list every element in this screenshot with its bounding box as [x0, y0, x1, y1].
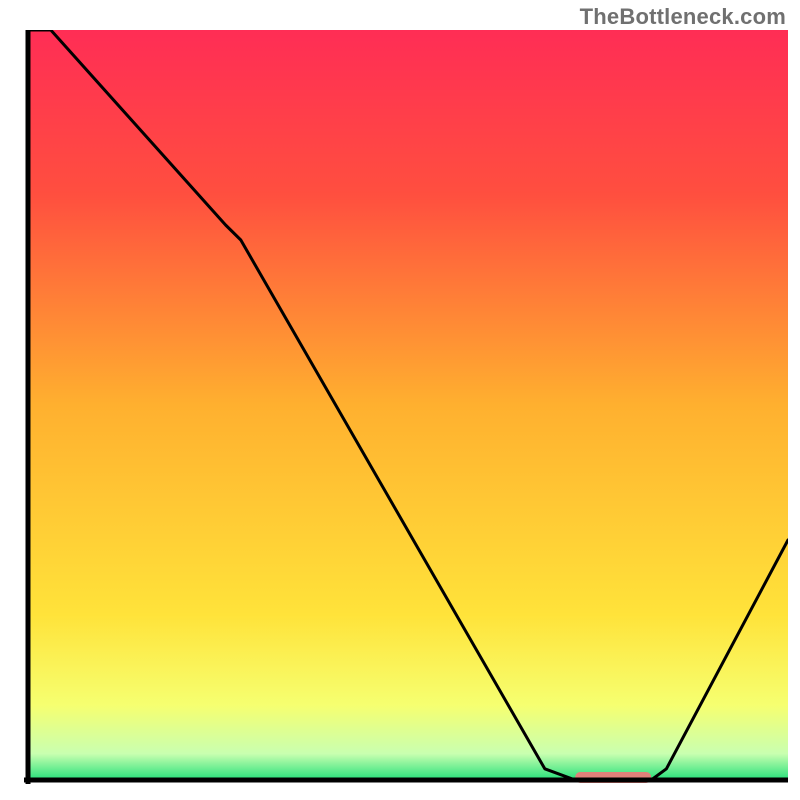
bottleneck-chart	[0, 0, 800, 800]
plot-background	[28, 30, 788, 780]
watermark-text: TheBottleneck.com	[580, 4, 786, 30]
chart-container: TheBottleneck.com	[0, 0, 800, 800]
